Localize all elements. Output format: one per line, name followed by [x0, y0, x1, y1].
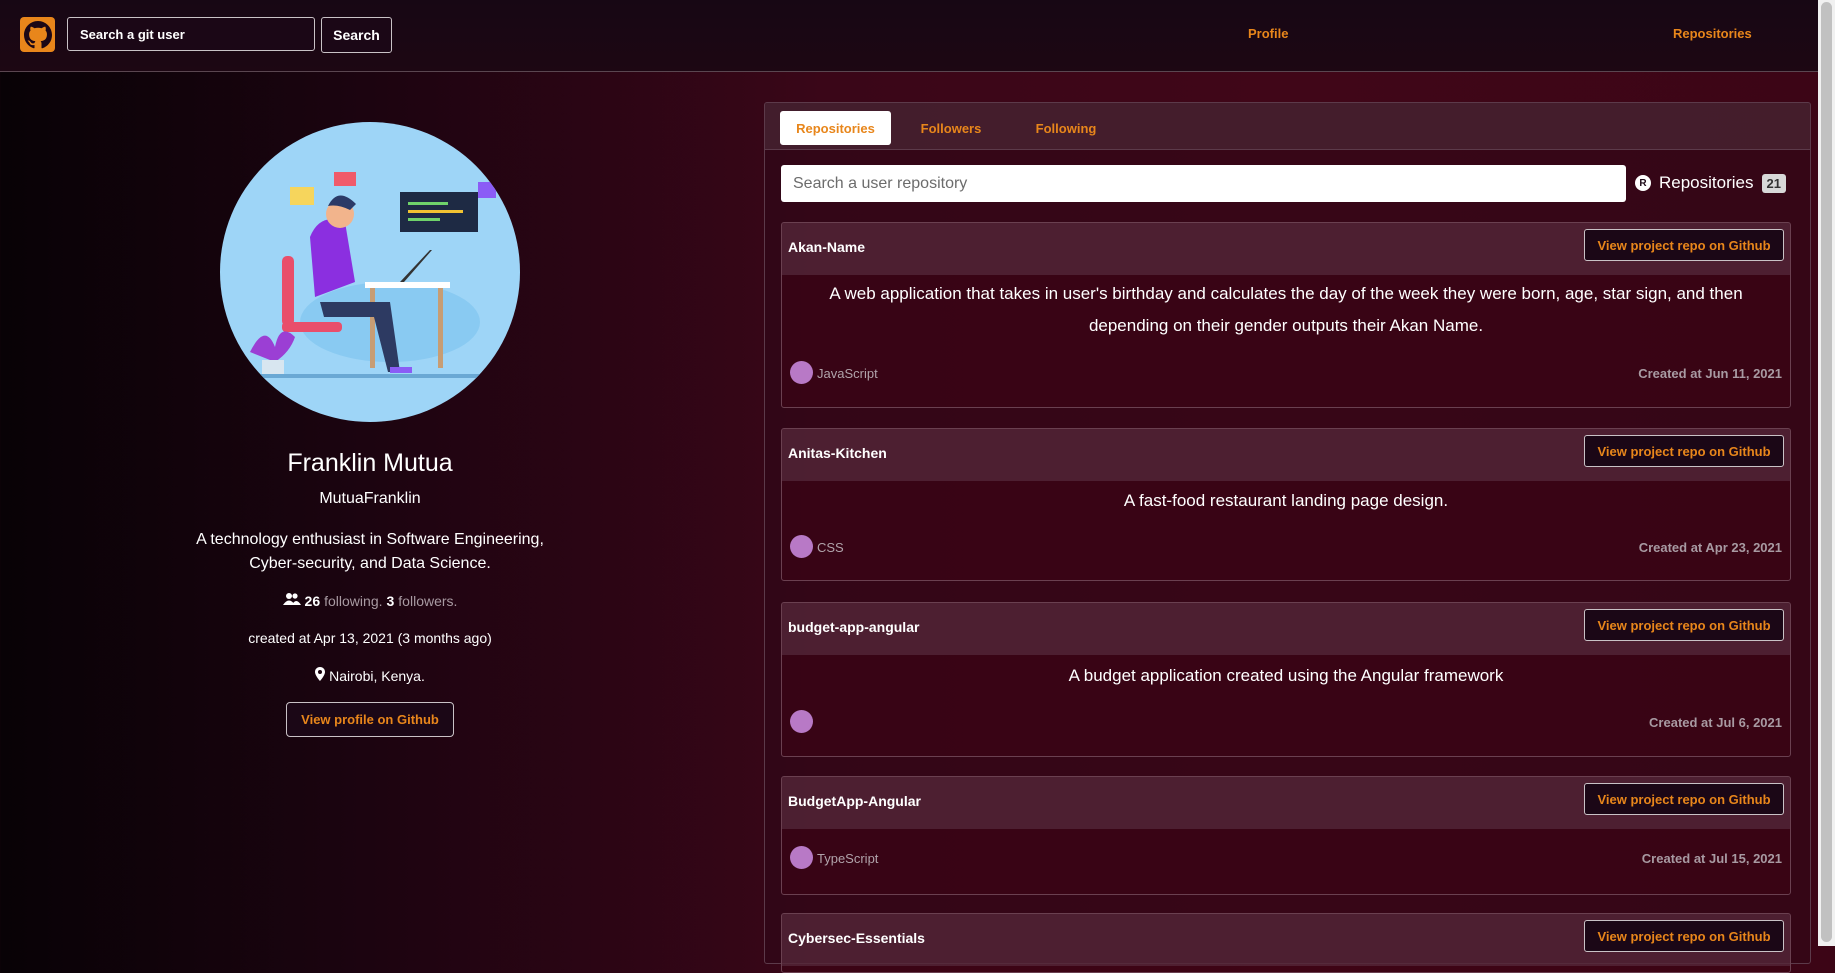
view-repo-button[interactable]: View project repo on Github: [1584, 229, 1784, 261]
repo-card-header: Cybersec-Essentials View project repo on…: [782, 914, 1790, 966]
nav-repositories-link[interactable]: Repositories: [1673, 26, 1752, 41]
repo-count-label: Repositories: [1659, 173, 1754, 192]
users-icon: [282, 592, 301, 609]
language-dot-icon: [790, 535, 813, 558]
map-marker-icon: [315, 667, 326, 684]
repositories-panel: Repositories Followers Following R Repos…: [764, 102, 1811, 973]
repo-card: Cybersec-Essentials View project repo on…: [781, 913, 1791, 973]
following-label: following.: [324, 592, 383, 609]
repo-description: A web application that takes in user's b…: [829, 284, 1743, 335]
page-scrollbar[interactable]: [1818, 0, 1835, 946]
repo-count-badge: 21: [1761, 173, 1786, 193]
repo-card: BudgetApp-Angular View project repo on G…: [781, 776, 1791, 895]
scrollbar-thumb[interactable]: [1821, 2, 1832, 942]
github-logo-icon[interactable]: [20, 17, 55, 52]
repo-card: Akan-Name View project repo on Github A …: [781, 222, 1791, 408]
view-repo-button[interactable]: View project repo on Github: [1584, 920, 1784, 952]
following-count: 26: [304, 592, 321, 609]
view-repo-button[interactable]: View project repo on Github: [1584, 609, 1784, 641]
view-repo-button[interactable]: View project repo on Github: [1584, 783, 1784, 815]
profile-location: Nairobi, Kenya.: [170, 667, 570, 684]
repo-name: budget-app-angular: [788, 619, 920, 635]
repo-name: Anitas-Kitchen: [788, 445, 887, 461]
nav-profile-link[interactable]: Profile: [1248, 26, 1288, 41]
repo-card: Anitas-Kitchen View project repo on Gith…: [781, 428, 1791, 581]
repo-created-date: Created at Jun 11, 2021: [1638, 366, 1782, 381]
profile-created-date: created at Apr 13, 2021 (3 months ago): [248, 630, 492, 646]
language-dot-icon: [790, 361, 813, 384]
repo-created-date: Created at Jul 15, 2021: [1641, 851, 1782, 866]
repo-card: budget-app-angular View project repo on …: [781, 602, 1791, 757]
repo-card-header: BudgetApp-Angular View project repo on G…: [782, 777, 1790, 829]
repo-created-date: Created at Jul 6, 2021: [1649, 715, 1782, 730]
repo-count: R Repositories 21: [1635, 167, 1786, 199]
profile-username: MutuaFranklin: [319, 490, 421, 507]
language-dot-icon: [790, 710, 813, 733]
view-profile-button[interactable]: View profile on Github: [286, 702, 454, 737]
profile-avatar: [220, 122, 520, 422]
tab-followers[interactable]: Followers: [901, 111, 1001, 145]
repo-description: A budget application created using the A…: [1068, 666, 1504, 685]
top-navbar: Search Profile Repositories: [0, 0, 1818, 72]
view-repo-button[interactable]: View project repo on Github: [1584, 435, 1784, 467]
followers-label: followers.: [398, 592, 458, 609]
repo-description: A fast-food restaurant landing page desi…: [1123, 491, 1449, 510]
followers-count: 3: [386, 592, 395, 609]
repo-search-input[interactable]: [781, 165, 1626, 202]
repo-name: Akan-Name: [788, 239, 866, 255]
repo-language: CSS: [817, 540, 844, 555]
repo-name: Cybersec-Essentials: [788, 930, 925, 946]
profile-bio: A technology enthusiast in Software Engi…: [196, 531, 544, 572]
repo-r-icon: R: [1635, 175, 1651, 191]
repo-language: TypeScript: [817, 851, 879, 866]
user-search-input[interactable]: [67, 17, 315, 51]
tab-following[interactable]: Following: [1011, 111, 1121, 145]
search-button[interactable]: Search: [321, 17, 392, 53]
profile-name: Franklin Mutua: [287, 449, 453, 477]
repo-language: JavaScript: [817, 366, 878, 381]
repo-name: BudgetApp-Angular: [788, 793, 921, 809]
repo-card-header: Anitas-Kitchen View project repo on Gith…: [782, 429, 1790, 481]
language-dot-icon: [790, 846, 813, 869]
repo-card-header: Akan-Name View project repo on Github: [782, 223, 1790, 275]
profile-follow-stats: 26 following. 3 followers.: [170, 592, 570, 609]
repo-created-date: Created at Apr 23, 2021: [1638, 540, 1782, 555]
panel-tabs: Repositories Followers Following: [765, 103, 1810, 150]
location-text: Nairobi, Kenya.: [329, 667, 425, 684]
tab-repositories[interactable]: Repositories: [780, 111, 891, 145]
repo-card-header: budget-app-angular View project repo on …: [782, 603, 1790, 655]
